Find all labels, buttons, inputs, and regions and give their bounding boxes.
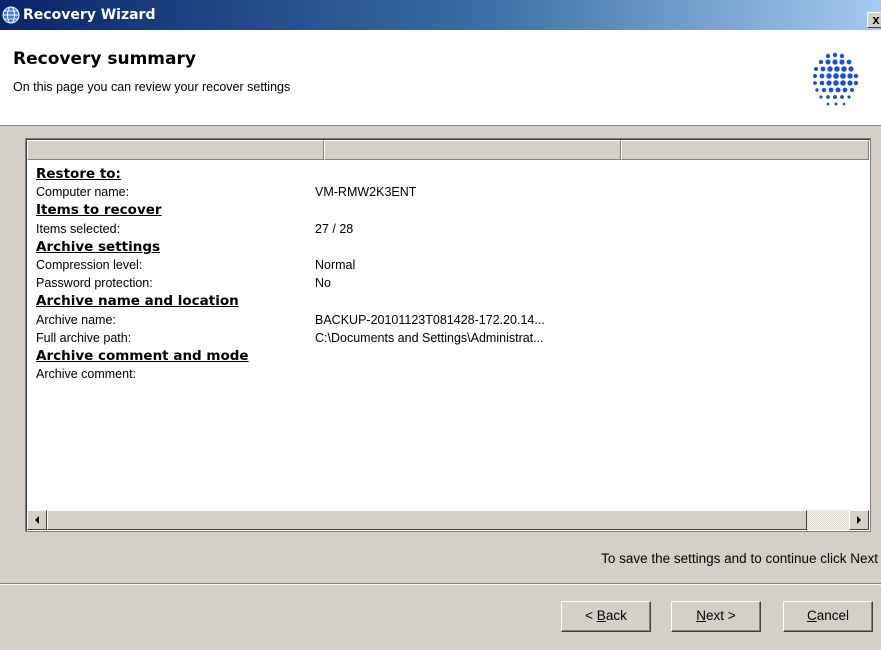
section-title: Archive name and location: [36, 293, 239, 310]
cancel-rest: ancel: [816, 608, 850, 623]
column-header-2[interactable]: [324, 140, 621, 160]
section-title: Archive settings: [36, 238, 161, 255]
instruction-text: To save the settings and to continue cli…: [601, 551, 878, 566]
summary-row[interactable]: Items selected: 27 / 28: [36, 220, 856, 238]
summary-row[interactable]: Archive name: BACKUP-20101123T081428-172.…: [36, 311, 856, 329]
setting-label: Full archive path:: [36, 330, 132, 345]
next-rest: ext >: [706, 608, 736, 623]
next-accelerator: N: [696, 608, 707, 623]
page-title: Recovery summary: [13, 49, 196, 69]
back-rest: ack: [605, 608, 627, 623]
dot-sphere-logo: [813, 52, 859, 106]
scroll-thumb[interactable]: [47, 510, 807, 530]
section-header-row[interactable]: Archive name and location: [36, 292, 856, 310]
window-title: Recovery Wizard: [23, 7, 156, 23]
cancel-accelerator: C: [806, 608, 817, 623]
globe-icon: [2, 6, 20, 24]
column-header: [27, 140, 869, 160]
arrow-left-icon: [35, 516, 39, 524]
summary-row[interactable]: Computer name: VM-RMW2K3ENT: [36, 183, 856, 201]
setting-label: Items selected:: [36, 221, 121, 236]
section-title: Restore to:: [36, 166, 121, 182]
next-button[interactable]: Next >: [671, 601, 761, 632]
separator: [0, 583, 881, 585]
section-header-row[interactable]: Items to recover: [36, 201, 856, 219]
section-header-row[interactable]: Archive comment and mode: [36, 347, 856, 365]
title-bar: Recovery Wizard x: [0, 0, 881, 30]
page-subtitle: On this page you can review your recover…: [13, 80, 291, 94]
setting-label: Computer name:: [36, 185, 130, 200]
summary-row[interactable]: Compression level: Normal: [36, 256, 856, 274]
setting-value: BACKUP-20101123T081428-172.20.14...: [315, 312, 545, 327]
summary-rows: Restore to: Computer name: VM-RMW2K3ENT Ite…: [36, 165, 856, 383]
setting-value: C:\Documents and Settings\Administrat...: [315, 330, 544, 345]
setting-label: Password protection:: [36, 276, 153, 291]
summary-list[interactable]: Restore to: Computer name: VM-RMW2K3ENT Ite…: [25, 138, 871, 532]
arrow-right-icon: [857, 516, 861, 524]
column-header-1[interactable]: [27, 140, 324, 160]
back-button[interactable]: < Back: [561, 601, 651, 632]
section-title: Items to recover: [36, 202, 162, 219]
scroll-track[interactable]: [807, 510, 849, 530]
setting-label: Archive name:: [36, 312, 116, 327]
scroll-right-button[interactable]: [849, 510, 869, 530]
summary-row[interactable]: Password protection: No: [36, 274, 856, 292]
section-header-row[interactable]: Restore to:: [36, 165, 856, 183]
column-header-3[interactable]: [621, 140, 869, 160]
horizontal-scrollbar[interactable]: [27, 510, 869, 530]
setting-value: 27 / 28: [315, 221, 354, 236]
close-button[interactable]: x: [867, 12, 881, 28]
section-title: Archive comment and mode: [36, 347, 249, 364]
summary-row[interactable]: Full archive path: C:\Documents and Setti…: [36, 329, 856, 347]
setting-label: Compression level:: [36, 257, 143, 272]
scroll-left-button[interactable]: [27, 510, 47, 530]
summary-row[interactable]: Archive comment:: [36, 365, 856, 383]
setting-value: VM-RMW2K3ENT: [315, 185, 417, 200]
section-header-row[interactable]: Archive settings: [36, 238, 856, 256]
wizard-header: Recovery summary On this page you can re…: [0, 30, 881, 126]
setting-label: Archive comment:: [36, 367, 137, 382]
setting-value: No: [315, 276, 331, 291]
back-accelerator: B: [596, 608, 606, 623]
back-prefix: <: [585, 608, 597, 623]
setting-value: Normal: [315, 257, 356, 272]
cancel-button[interactable]: Cancel: [783, 601, 873, 632]
